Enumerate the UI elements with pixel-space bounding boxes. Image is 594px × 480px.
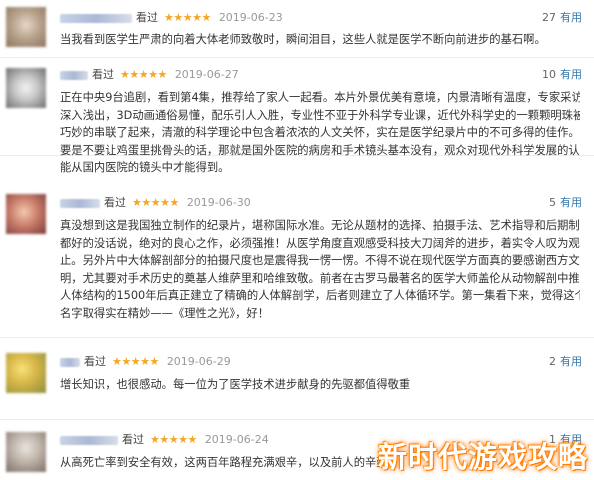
- review-line: 当我看到医学生严肃的向着大体老师致敬时，瞬间泪目，这些人就是医学不断向前进步的基…: [60, 33, 546, 46]
- site-watermark: 新时代游戏攻略: [377, 440, 588, 474]
- review-line: 巧妙的串联了起来，清澈的科学理论中包含着浓浓的人文关怀，实在是医学纪录片中的不可…: [60, 126, 580, 140]
- avatar[interactable]: [6, 432, 46, 472]
- avatar[interactable]: [6, 194, 46, 234]
- review-line: 增长知识，也很感动。每一位为了医学技术进步献身的先驱都值得敬重: [60, 378, 411, 391]
- useful-count: 2: [549, 355, 556, 368]
- review-line: 要是不要让鸡蛋里挑骨头的话，那就是国外医院的病房和手术镜头基本没有，观众对现代外…: [60, 143, 580, 157]
- review-text: 增长知识，也很感动。每一位为了医学技术进步献身的先驱都值得敬重: [60, 376, 580, 394]
- review-line: 止。另外片中大体解剖部分的拍摄尺度也是震得我一愣一愣。不得不说在现代医学方面真的…: [60, 254, 580, 268]
- review-line: 名字取得实在精妙——《理性之光》，好！: [60, 306, 269, 320]
- review-date: 2019-06-30: [186, 196, 251, 209]
- review-item: 看过 ★★★★★ 2019-06-30 5 有用 真没想到这是我国独立制作的纪录片…: [0, 190, 594, 338]
- useful-link[interactable]: 有用: [560, 355, 582, 368]
- useful-vote[interactable]: 5 有用: [549, 195, 582, 211]
- review-line: 深入浅出，3D动画通俗易懂，配乐引人入胜，专业性不亚于外科学专业课，近代外科学史…: [60, 108, 580, 122]
- review-text: 真没想到这是我国独立制作的纪录片，堪称国际水准。无论从题材的选择、拍摄手法、艺术…: [60, 217, 580, 323]
- useful-link[interactable]: 有用: [560, 11, 582, 24]
- useful-link[interactable]: 有用: [560, 68, 582, 81]
- username[interactable]: [60, 357, 80, 367]
- review-meta: 看过 ★★★★★ 2019-06-30: [60, 195, 251, 211]
- review-item: 看过 ★★★★★ 2019-06-27 10 有用 正在中央9台追剧，看到第4集，…: [0, 58, 594, 174]
- rating-stars-icon: ★★★★★: [132, 196, 179, 209]
- useful-vote[interactable]: 2 有用: [549, 354, 582, 370]
- review-date: 2019-06-24: [204, 433, 269, 446]
- review-text: 从高死亡率到安全有效，这两百年路程充满艰辛，以及前人的辛勤付出和付出: [60, 454, 390, 472]
- rating-stars-icon: ★★★★★: [120, 68, 167, 81]
- avatar[interactable]: [6, 68, 46, 108]
- username[interactable]: [60, 198, 100, 208]
- watch-status: 看过: [84, 355, 106, 368]
- useful-count: 5: [549, 196, 556, 209]
- avatar[interactable]: [6, 7, 46, 47]
- useful-link[interactable]: 有用: [560, 196, 582, 209]
- review-line: 人体结构的1500年后真正建立了精确的人体解剖学，后者则建立了人体循环学。第一集…: [60, 289, 580, 303]
- review-line: 能从国内医院的镜头中才能得到。: [60, 161, 230, 175]
- avatar[interactable]: [6, 353, 46, 393]
- review-line: 都好的没话说，绝对的良心之作，必须强推！从医学角度直观感受科技大刀阔斧的进步，着…: [60, 236, 580, 250]
- useful-vote[interactable]: 10 有用: [542, 67, 582, 83]
- review-line: 明，尤其要对手术历史的奠基人维萨里和哈维致敬。前者在古罗马最著名的医学大师盖伦从…: [60, 271, 580, 285]
- review-date: 2019-06-23: [218, 11, 283, 24]
- review-meta: 看过 ★★★★★ 2019-06-23: [60, 10, 283, 26]
- review-line: 正在中央9台追剧，看到第4集，推荐给了家人一起看。本片外景优美有意境，内景清晰有…: [60, 91, 580, 104]
- review-date: 2019-06-29: [166, 355, 231, 368]
- username[interactable]: [60, 70, 88, 80]
- useful-vote[interactable]: 27 有用: [542, 10, 582, 26]
- useful-count: 10: [542, 68, 556, 81]
- review-item: 看过 ★★★★★ 2019-06-29 2 有用 增长知识，也很感动。每一位为了医…: [0, 345, 594, 420]
- watch-status: 看过: [122, 433, 144, 446]
- username[interactable]: [60, 435, 118, 445]
- review-text: 正在中央9台追剧，看到第4集，推荐给了家人一起看。本片外景优美有意境，内景清晰有…: [60, 89, 580, 177]
- rating-stars-icon: ★★★★★: [112, 355, 159, 368]
- review-text: 当我看到医学生严肃的向着大体老师致敬时，瞬间泪目，这些人就是医学不断向前进步的基…: [60, 31, 580, 49]
- review-date: 2019-06-27: [174, 68, 239, 81]
- review-line: 真没想到这是我国独立制作的纪录片，堪称国际水准。无论从题材的选择、拍摄手法、艺术…: [60, 219, 580, 232]
- watch-status: 看过: [92, 68, 114, 81]
- rating-stars-icon: ★★★★★: [164, 11, 211, 24]
- useful-count: 27: [542, 11, 556, 24]
- rating-stars-icon: ★★★★★: [150, 433, 197, 446]
- review-meta: 看过 ★★★★★ 2019-06-27: [60, 67, 239, 83]
- watch-status: 看过: [104, 196, 126, 209]
- review-meta: 看过 ★★★★★ 2019-06-29: [60, 354, 231, 370]
- watch-status: 看过: [136, 11, 158, 24]
- username[interactable]: [60, 13, 132, 23]
- review-meta: 看过 ★★★★★ 2019-06-24: [60, 432, 269, 448]
- review-line: 从高死亡率到安全有效，这两百年路程充满艰辛，以及前人的辛勤付出和付出: [60, 456, 390, 469]
- review-item: 看过 ★★★★★ 2019-06-23 27 有用 当我看到医学生严肃的向着大体老…: [0, 0, 594, 58]
